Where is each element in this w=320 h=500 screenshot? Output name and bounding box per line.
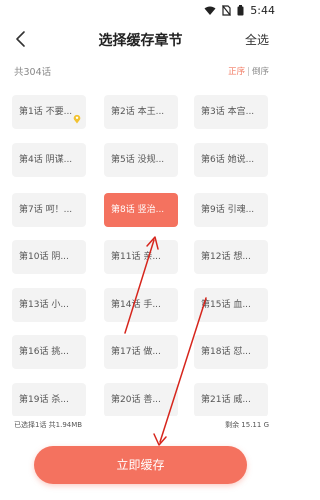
- chapter-count: 共304话: [14, 67, 52, 78]
- chapter-tile[interactable]: 第11话 亲...: [104, 240, 178, 274]
- chapter-label: 第14话 手...: [111, 300, 161, 310]
- status-bar: 5:44: [0, 0, 281, 22]
- battery-icon: [237, 5, 244, 16]
- selected-size-info: 已选择1话 共1.94MB: [14, 421, 83, 429]
- status-time: 5:44: [250, 4, 275, 17]
- chapter-label: 第12话 想...: [201, 252, 251, 262]
- chapter-tile[interactable]: 第2话 本王...: [104, 95, 178, 129]
- download-location-icon: [73, 114, 81, 124]
- chapter-meta: 共304话 正序 | 倒序: [0, 60, 281, 82]
- chapter-label: 第20话 善...: [111, 395, 161, 405]
- chapter-tile[interactable]: 第6话 她说...: [194, 143, 268, 177]
- wifi-icon: [204, 6, 216, 15]
- page-header: 选择缓存章节 全选: [0, 22, 281, 56]
- chapter-tile[interactable]: 第13话 小...: [12, 288, 86, 322]
- chapter-tile[interactable]: 第4话 阴谋...: [12, 143, 86, 177]
- chapter-label: 第5话 没规...: [111, 155, 165, 165]
- chapter-label: 第18话 怼...: [201, 347, 251, 357]
- chapter-label: 第16话 挑...: [19, 347, 69, 357]
- chapter-tile[interactable]: 第18话 怼...: [194, 335, 268, 369]
- annotation-arrowhead-button: [153, 433, 167, 446]
- select-all-button[interactable]: 全选: [245, 31, 269, 48]
- chapter-tile[interactable]: 第7话 呵！...: [12, 193, 86, 227]
- chapter-tile[interactable]: 第3话 本宫...: [194, 95, 268, 129]
- chapter-label: 第10话 阴...: [19, 252, 69, 262]
- chapter-label: 第4话 阴谋...: [19, 155, 73, 165]
- storage-info-bar: 已选择1话 共1.94MB 剩余 15.11 G: [0, 416, 281, 434]
- sim-off-icon: [222, 5, 232, 16]
- remaining-storage: 剩余 15.11 G: [225, 421, 269, 429]
- chapter-label: 第9话 引魂...: [201, 205, 255, 215]
- chapter-tile[interactable]: 第14话 手...: [104, 288, 178, 322]
- chapter-tile-selected[interactable]: 第8话 竖治...: [104, 193, 178, 227]
- chapter-tile[interactable]: 第17话 做...: [104, 335, 178, 369]
- chapter-tile[interactable]: 第20话 善...: [104, 383, 178, 417]
- chapter-tile[interactable]: 第9话 引魂...: [194, 193, 268, 227]
- sort-asc-button[interactable]: 正序: [228, 67, 245, 77]
- chapter-tile[interactable]: 第10话 阴...: [12, 240, 86, 274]
- chapter-tile[interactable]: 第1话 不要...: [12, 95, 86, 129]
- chapter-label: 第6话 她说...: [201, 155, 255, 165]
- chapter-tile[interactable]: 第15话 血...: [194, 288, 268, 322]
- chapter-tile[interactable]: 第21话 威...: [194, 383, 268, 417]
- chapter-tile[interactable]: 第5话 没规...: [104, 143, 178, 177]
- chapter-label: 第19话 杀...: [19, 395, 69, 405]
- chapter-label: 第7话 呵！...: [19, 205, 73, 215]
- page-title: 选择缓存章节: [98, 33, 183, 49]
- chapter-label: 第15话 血...: [201, 300, 251, 310]
- chapter-tile[interactable]: 第19话 杀...: [12, 383, 86, 417]
- status-icons: 5:44: [204, 4, 275, 17]
- chapter-label: 第1话 不要...: [19, 107, 73, 117]
- sort-desc-button[interactable]: 倒序: [252, 67, 269, 77]
- chapter-label: 第11话 亲...: [111, 252, 161, 262]
- chapter-label: 第3话 本宫...: [201, 107, 255, 117]
- chapter-label: 第13话 小...: [19, 300, 69, 310]
- chapter-label: 第17话 做...: [111, 347, 161, 357]
- chapter-label: 第21话 威...: [201, 395, 251, 405]
- sort-order: 正序 | 倒序: [228, 65, 269, 77]
- chapter-label: 第8话 竖治...: [111, 205, 165, 215]
- sort-separator: |: [247, 67, 250, 77]
- chapter-label: 第2话 本王...: [111, 107, 165, 117]
- chapter-tile[interactable]: 第16话 挑...: [12, 335, 86, 369]
- chapter-tile[interactable]: 第12话 想...: [194, 240, 268, 274]
- cache-now-button[interactable]: 立即缓存: [34, 446, 247, 484]
